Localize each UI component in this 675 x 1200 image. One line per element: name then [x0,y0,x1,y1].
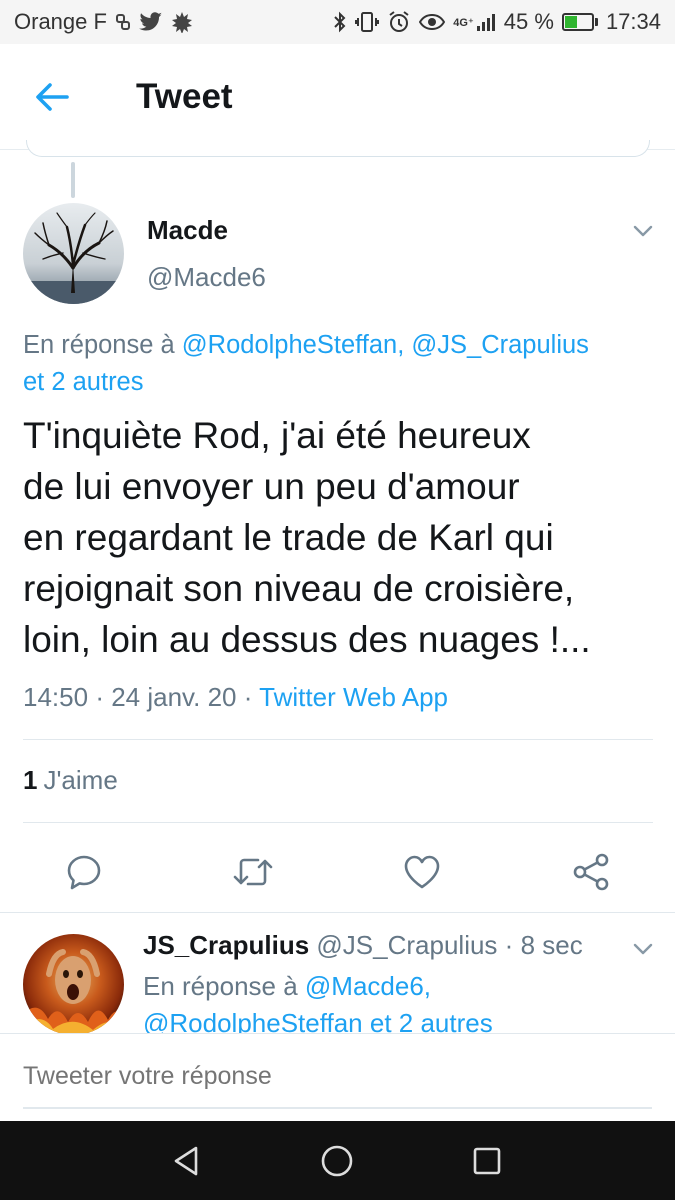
back-button[interactable] [22,67,82,127]
reply-menu-button[interactable] [628,936,658,962]
square-recents-icon [473,1147,501,1175]
reply-tweet-header: JS_Crapulius @JS_Crapulius · 8 sec [143,930,583,961]
tweet-text-line: loin, loin au dessus des nuages !... [23,619,591,660]
likes-count: 1 [23,765,38,795]
share-icon [573,853,609,891]
tweet-text: T'inquiète Rod, j'ai été heureux de lui … [23,410,663,665]
page-title: Tweet [136,76,233,116]
retweet-icon [233,858,273,886]
nav-back-button[interactable] [166,1141,206,1181]
thread-connector [71,162,75,198]
vibrate-icon [355,10,380,34]
arrow-left-icon [36,82,69,111]
system-nav-bar [0,1121,675,1200]
splat-icon [171,10,193,34]
parent-tweet-card-edge [26,140,650,157]
carrier-label: Orange F [14,9,107,34]
divider [23,822,653,823]
reply-icon [67,855,101,890]
eye-icon [419,10,446,34]
app-header: Tweet [0,44,675,150]
reply-others-link[interactable]: et 2 autres [23,368,144,396]
like-button[interactable] [400,850,444,894]
divider [0,912,675,913]
signal-icon: 4G⁺ [453,10,495,34]
triangle-back-icon [174,1146,198,1176]
author-name[interactable]: Macde [147,215,228,246]
meta-separator: · [95,682,104,712]
nav-home-button[interactable] [317,1141,357,1181]
meta-separator: · [243,682,253,712]
alarm-icon [387,10,411,34]
meta-separator: · [504,930,514,960]
status-time: 17:34 [605,9,661,34]
reply-mention-link[interactable]: @Macde6, [305,971,431,1001]
twitter-bird-icon [138,10,163,34]
tweet-source-link[interactable]: Twitter Web App [259,682,448,712]
battery-percent: 45 % [503,9,554,34]
nav-recents-button[interactable] [467,1141,507,1181]
tweet-meta: 14:50 · 24 janv. 20 · Twitter Web App [23,682,448,713]
author-handle[interactable]: @Macde6 [147,262,266,293]
reply-button[interactable] [62,850,106,894]
reply-input[interactable] [23,1062,652,1109]
share-button[interactable] [569,850,613,894]
avatar[interactable] [23,203,124,304]
tweet-text-line: T'inquiète Rod, j'ai été heureux [23,415,531,456]
chevron-down-icon [633,225,653,237]
chevron-down-icon [633,943,653,955]
reply-context: En réponse à @Macde6, @RodolpheSteffan e… [143,968,643,1042]
reply-mentions-link[interactable]: @RodolpheSteffan, @JS_Crapulius [182,331,589,359]
like-icon [404,855,440,889]
battery-icon [561,13,598,31]
reply-author-handle[interactable]: @JS_Crapulius [316,930,497,960]
tweet-time: 14:50 [23,682,89,712]
avatar[interactable] [23,934,124,1035]
network-type: 4G⁺ [453,16,474,29]
tweet-date: 24 janv. 20 [111,682,237,712]
tweet-text-line: de lui envoyer un peu d'amour [23,466,520,507]
link-icon [115,10,131,34]
tweet-menu-button[interactable] [628,218,658,244]
circle-home-icon [321,1145,353,1177]
compose-bar [0,1033,675,1121]
tweet-text-line: rejoignait son niveau de croisière, [23,568,575,609]
likes-label: J'aime [43,765,118,795]
divider [23,739,653,740]
reply-prefix: En réponse à [143,971,298,1001]
tweet-actions [0,842,675,898]
reply-prefix: En réponse à [23,331,175,359]
retweet-button[interactable] [231,850,275,894]
reply-context: En réponse à @RodolpheSteffan, @JS_Crapu… [23,327,653,401]
tweet-text-line: en regardant le trade de Karl qui [23,517,554,558]
bluetooth-icon [333,10,347,34]
likes-count-link[interactable]: 1 J'aime [23,765,118,796]
reply-time-ago: 8 sec [520,930,583,960]
status-bar: Orange F 4G⁺ 45 % 17:34 [0,0,675,44]
reply-author-name[interactable]: JS_Crapulius [143,930,309,960]
